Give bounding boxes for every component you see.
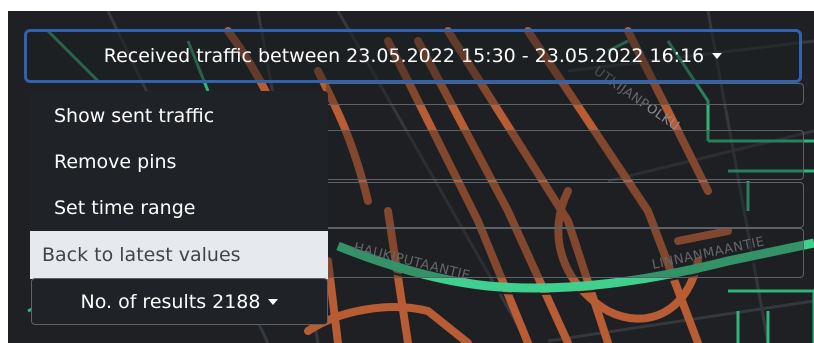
bg-row-3 — [326, 182, 804, 228]
menu-item-back-to-latest-values[interactable]: Back to latest values — [30, 231, 328, 279]
caret-down-icon — [268, 298, 279, 305]
menu-item-set-time-range[interactable]: Set time range — [30, 185, 328, 231]
menu-item-label: Set time range — [54, 197, 196, 219]
menu-item-label: Back to latest values — [42, 244, 241, 266]
menu-item-remove-pins[interactable]: Remove pins — [30, 139, 328, 185]
bg-row-1 — [326, 83, 804, 105]
menu-item-label: Remove pins — [54, 151, 177, 173]
traffic-range-dropdown[interactable]: Received traffic between 23.05.2022 15:3… — [24, 29, 802, 83]
caret-down-icon — [712, 53, 723, 59]
results-count-dropdown[interactable]: No. of results 2188 — [31, 278, 328, 325]
traffic-range-label: Received traffic between 23.05.2022 15:3… — [103, 45, 705, 67]
results-count-label: No. of results 2188 — [80, 290, 261, 313]
bg-row-4 — [326, 228, 804, 278]
menu-item-label: Show sent traffic — [54, 105, 215, 127]
menu-item-show-sent-traffic[interactable]: Show sent traffic — [30, 93, 328, 139]
map-frame[interactable]: UTKIJANPOLKU HAUKIPUTAANTIE LINNANMAANTI… — [8, 11, 814, 343]
bg-row-2 — [326, 130, 804, 180]
dropdown-menu: Show sent traffic Remove pins Set time r… — [30, 91, 328, 279]
